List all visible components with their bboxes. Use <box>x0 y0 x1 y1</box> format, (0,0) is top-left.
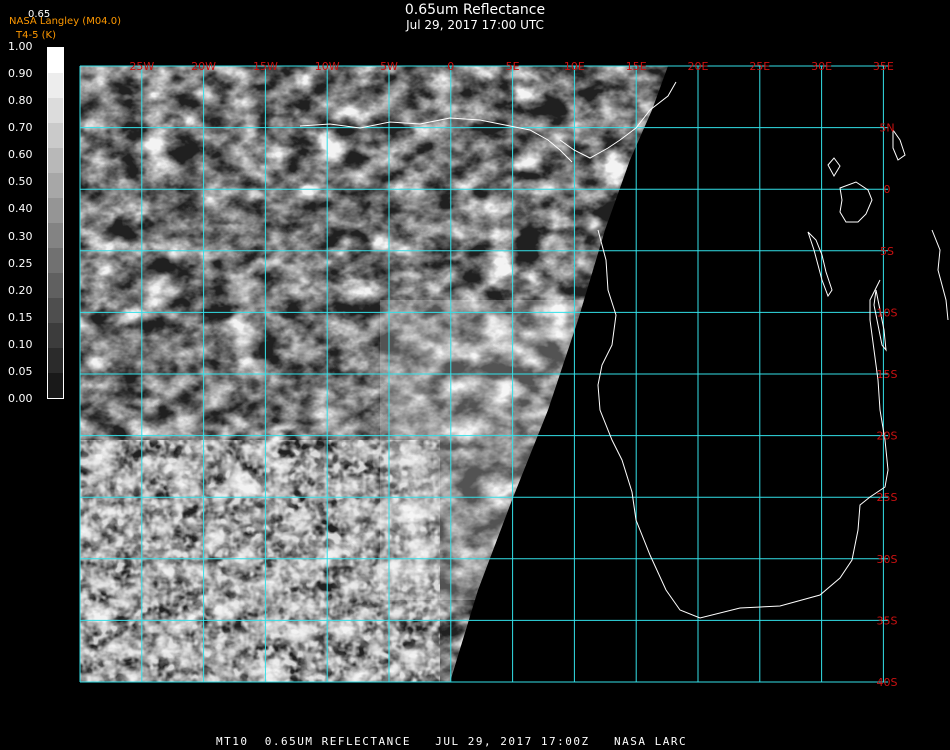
footer-caption: MT10 0.65UM REFLECTANCE JUL 29, 2017 17:… <box>216 735 688 748</box>
southwest-africa-coast <box>597 229 889 619</box>
longitude-label: 35E <box>873 60 894 73</box>
latitude-label: 35S <box>877 614 898 627</box>
latitude-label: 5S <box>880 245 894 258</box>
east-coast <box>931 229 949 321</box>
latitude-label: 15S <box>877 368 898 381</box>
latitude-label: 5N <box>879 122 894 135</box>
longitude-label: 20E <box>688 60 709 73</box>
lake-malawi <box>873 289 887 352</box>
lake-tanganyika <box>807 231 833 298</box>
latitude-label: 40S <box>877 676 898 689</box>
longitude-label: 25W <box>129 60 154 73</box>
lake-turkana <box>827 157 841 178</box>
latitude-label: 20S <box>877 430 898 443</box>
longitude-label: 15W <box>253 60 278 73</box>
longitude-label: 5W <box>380 60 398 73</box>
longitude-label: 0 <box>447 60 454 73</box>
longitude-label: 30E <box>811 60 832 73</box>
longitude-label: 25E <box>749 60 770 73</box>
lake-victoria <box>839 181 873 223</box>
longitude-label: 10E <box>564 60 585 73</box>
longitude-label: 10W <box>315 60 340 73</box>
latitude-label: 10S <box>877 306 898 319</box>
longitude-label: 15E <box>626 60 647 73</box>
lake-north <box>892 128 906 161</box>
satellite-map: 25W 20W 15W 10W 5W 0 5E 10E 15E 20E 25E 30E 35E 5N 0 5… <box>79 60 949 689</box>
longitude-label: 5E <box>506 60 520 73</box>
latitude-label: 0 <box>884 183 891 196</box>
latitude-label: 30S <box>877 553 898 566</box>
latitude-label: 25S <box>877 491 898 504</box>
longitude-label: 20W <box>191 60 216 73</box>
